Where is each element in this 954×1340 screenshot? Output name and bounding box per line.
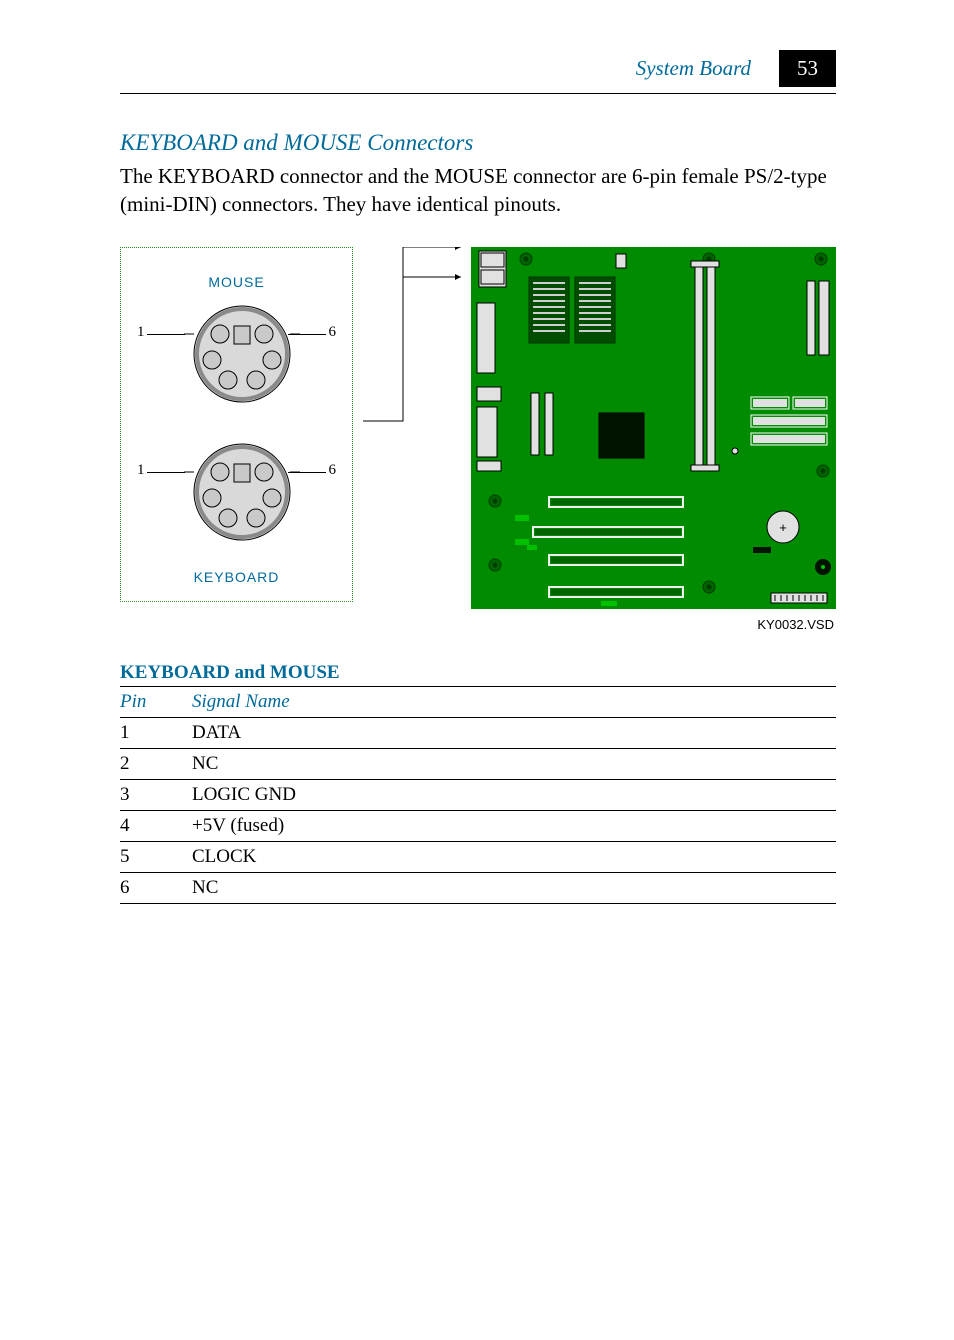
callout-line-icon [363,247,461,600]
ps2-icon [121,248,363,601]
table-row: 2NC [120,748,836,779]
col-header-pin: Pin [120,686,192,717]
col-header-signal: Signal Name [192,686,836,717]
table-row: 4+5V (fused) [120,810,836,841]
section-body: The KEYBOARD connector and the MOUSE con… [120,162,836,219]
pinout-table: Pin Signal Name 1DATA 2NC 3LOGIC GND 4+5… [120,686,836,904]
table-row: 1DATA [120,717,836,748]
ps2-connector-diagram: MOUSE KEYBOARD 1 6 1 6 [120,247,353,602]
figure: MOUSE KEYBOARD 1 6 1 6 [120,247,836,609]
header-title: System Board [636,56,751,81]
svg-text:+: + [779,520,787,535]
section-heading: KEYBOARD and MOUSE Connectors [120,130,836,156]
table-row: 3LOGIC GND [120,779,836,810]
table-row: 5CLOCK [120,841,836,872]
page-header: System Board 53 [120,50,836,94]
figure-caption: KY0032.VSD [120,617,836,632]
table-title: KEYBOARD and MOUSE [120,662,836,684]
motherboard-diagram: + [471,247,836,609]
page-number: 53 [779,50,836,87]
table-row: 6NC [120,872,836,903]
